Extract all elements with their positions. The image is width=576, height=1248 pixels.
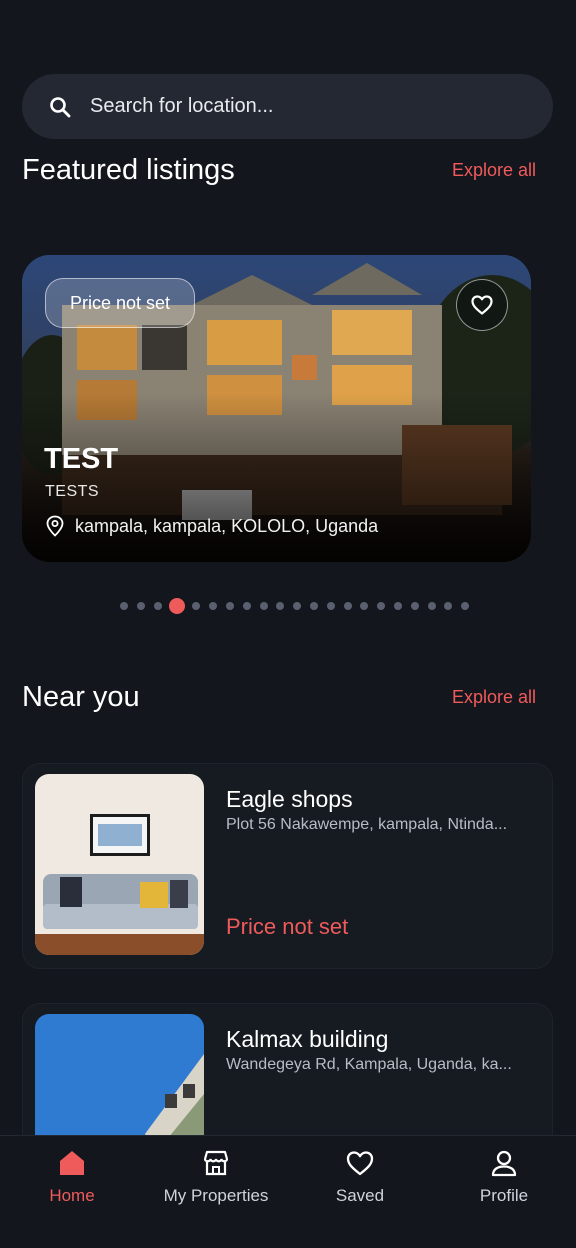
pager-dot xyxy=(326,602,335,610)
favorite-button[interactable] xyxy=(456,279,508,331)
pager-dot xyxy=(410,602,419,610)
carousel-pager xyxy=(0,596,576,616)
listing-thumbnail xyxy=(35,774,204,955)
near-you-listing-card[interactable]: Eagle shops Plot 56 Nakawempe, kampala, … xyxy=(22,763,553,969)
featured-listing-location-text: kampala, kampala, KOLOLO, Uganda xyxy=(75,515,379,536)
featured-listing-card[interactable]: Price not set TEST TESTS kampala, kampal… xyxy=(22,255,531,562)
pager-dot xyxy=(377,602,386,610)
pager-dot xyxy=(394,602,402,610)
pager-dot xyxy=(192,602,201,610)
listing-name: Eagle shops xyxy=(226,786,353,812)
listing-name: Kalmax building xyxy=(226,1026,389,1052)
location-pin-icon xyxy=(46,515,64,537)
nav-item-home[interactable]: Home xyxy=(0,1148,144,1206)
bottom-navigation: Home My Properties Saved Profile xyxy=(0,1135,576,1248)
nav-label-my-properties: My Properties xyxy=(163,1186,269,1205)
near-you-explore-all-link[interactable]: Explore all xyxy=(452,687,536,708)
pager-dot xyxy=(276,602,285,610)
featured-listing-location: kampala, kampala, KOLOLO, Uganda xyxy=(45,515,378,537)
pager-dot xyxy=(120,602,128,610)
pager-dot xyxy=(153,602,162,610)
heart-icon xyxy=(471,295,493,315)
listing-price: Price not set xyxy=(226,914,349,939)
listing-address: Plot 56 Nakawempe, kampala, Ntinda... xyxy=(226,816,508,833)
pager-dot xyxy=(259,602,268,610)
featured-explore-all-link[interactable]: Explore all xyxy=(452,160,536,181)
nav-label-profile: Profile xyxy=(479,1186,529,1205)
heart-icon xyxy=(346,1151,374,1176)
nav-item-saved[interactable]: Saved xyxy=(288,1148,432,1206)
listing-address: Wandegeya Rd, Kampala, Uganda, ka... xyxy=(226,1056,512,1073)
home-icon xyxy=(60,1151,84,1175)
nav-item-my-properties[interactable]: My Properties xyxy=(144,1148,288,1206)
featured-listing-subtitle: TESTS xyxy=(45,483,100,500)
pager-dot xyxy=(136,602,145,610)
nav-label-saved: Saved xyxy=(335,1186,385,1205)
user-icon xyxy=(491,1150,517,1177)
pager-dot xyxy=(427,602,436,610)
pager-dot xyxy=(343,602,352,610)
featured-listings-title: Featured listings xyxy=(22,154,235,186)
search-bar[interactable]: Search for location... xyxy=(22,74,553,139)
featured-listing-name: TEST xyxy=(44,443,119,475)
near-you-title: Near you xyxy=(22,681,140,713)
search-input[interactable]: Search for location... xyxy=(90,95,273,118)
pager-dot xyxy=(461,602,470,610)
nav-label-home: Home xyxy=(49,1186,95,1205)
pager-dot xyxy=(360,602,369,610)
pager-dot xyxy=(209,602,218,610)
pager-dot xyxy=(293,602,302,610)
pager-dot xyxy=(242,602,251,610)
pager-dot xyxy=(310,602,318,610)
featured-price-chip: Price not set xyxy=(45,278,195,328)
nav-item-profile[interactable]: Profile xyxy=(432,1148,576,1206)
search-icon xyxy=(50,96,71,117)
pager-dot xyxy=(226,602,234,610)
pager-dot xyxy=(444,602,453,610)
store-icon xyxy=(203,1150,229,1176)
pager-dot-active xyxy=(169,598,186,614)
